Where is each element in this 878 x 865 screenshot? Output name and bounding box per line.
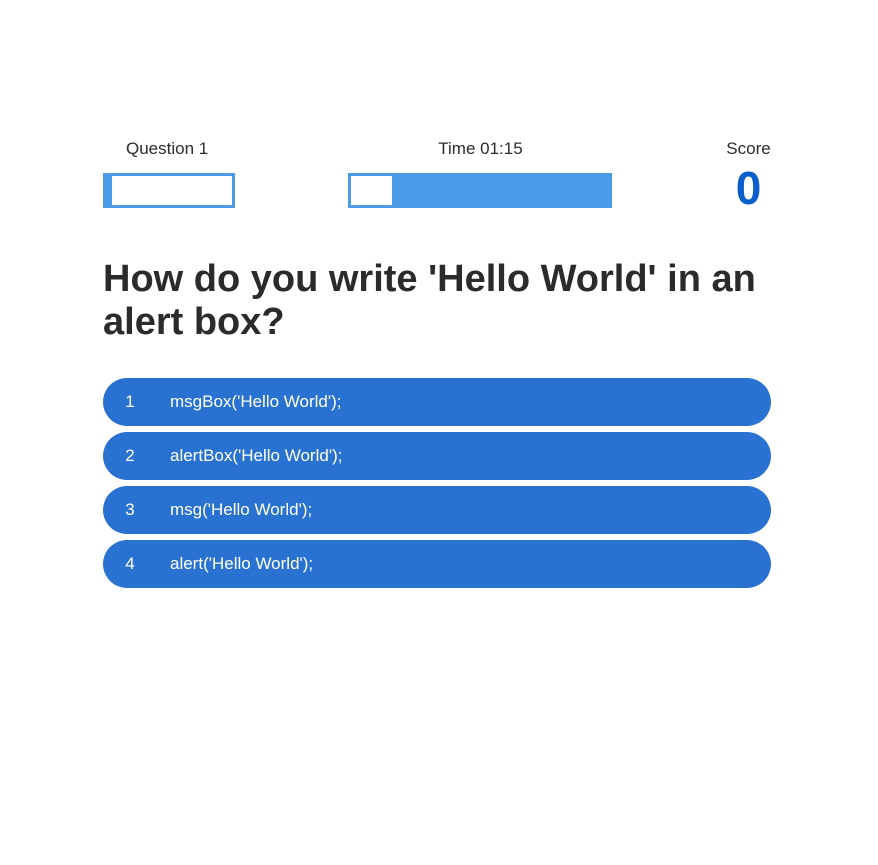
answer-list: 1 msgBox('Hello World'); 2 alertBox('Hel… (103, 378, 771, 594)
score-value: 0 (735, 162, 762, 214)
question-text: How do you write 'Hello World' in an ale… (103, 258, 756, 343)
answer-text: msgBox('Hello World'); (170, 392, 342, 411)
answer-option-4[interactable]: 4 alert('Hello World'); (103, 540, 771, 588)
answer-number: 1 (125, 392, 135, 411)
time-progress-bar (348, 173, 612, 208)
question-progress-bar (103, 173, 235, 208)
answer-option-2[interactable]: 2 alertBox('Hello World'); (103, 432, 771, 480)
question-progress-empty (112, 176, 232, 205)
answer-number: 2 (125, 446, 135, 465)
score-label: Score (726, 139, 771, 158)
question-counter-label: Question 1 (126, 139, 209, 158)
answer-number: 4 (125, 554, 135, 573)
answer-number: 3 (125, 500, 135, 519)
time-progress-empty (351, 176, 392, 205)
answer-text: msg('Hello World'); (170, 500, 313, 519)
answer-text: alert('Hello World'); (170, 554, 314, 573)
answer-text: alertBox('Hello World'); (170, 446, 343, 465)
answer-option-1[interactable]: 1 msgBox('Hello World'); (103, 378, 771, 426)
answer-option-3[interactable]: 3 msg('Hello World'); (103, 486, 771, 534)
time-label: Time 01:15 (438, 139, 523, 158)
